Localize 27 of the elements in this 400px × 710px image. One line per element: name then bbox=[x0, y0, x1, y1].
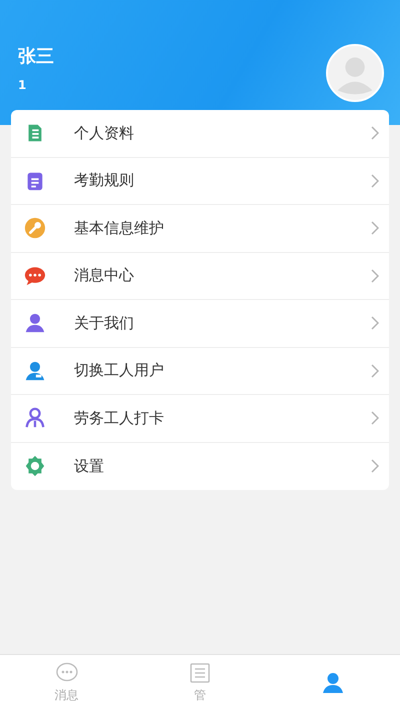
list-icon bbox=[188, 661, 212, 685]
chevron-icon bbox=[371, 364, 379, 378]
menu-item[interactable]: 关于我们 bbox=[11, 300, 389, 348]
gear-icon bbox=[24, 455, 46, 478]
user-name: 张三 bbox=[18, 45, 54, 68]
chevron-icon bbox=[371, 459, 379, 474]
menu-item[interactable]: 消息中心 bbox=[11, 252, 389, 300]
chevron-icon bbox=[371, 221, 379, 236]
chevron-icon bbox=[371, 126, 379, 140]
person-outline-icon bbox=[24, 407, 46, 430]
menu-item[interactable]: 切换工人用户 bbox=[11, 348, 389, 395]
menu-item[interactable]: 考勤规则 bbox=[11, 158, 389, 205]
avatar-icon[interactable] bbox=[326, 44, 384, 102]
menu-item[interactable]: 个人资料 bbox=[11, 110, 389, 158]
chevron-icon bbox=[371, 268, 379, 283]
chevron-icon bbox=[371, 316, 379, 330]
person-icon bbox=[321, 670, 346, 694]
menu-item[interactable]: 设置 bbox=[11, 442, 389, 490]
user-id: 1 bbox=[18, 78, 28, 92]
menu-item[interactable]: 劳务工人打卡 bbox=[11, 395, 389, 442]
menu-item[interactable]: 基本信息维护 bbox=[11, 205, 389, 252]
chat-icon bbox=[24, 264, 46, 287]
worker-icon bbox=[24, 360, 46, 382]
wrench-icon bbox=[24, 217, 46, 240]
chevron-icon bbox=[371, 174, 379, 188]
chevron-icon bbox=[371, 411, 379, 426]
person-icon bbox=[24, 312, 46, 334]
